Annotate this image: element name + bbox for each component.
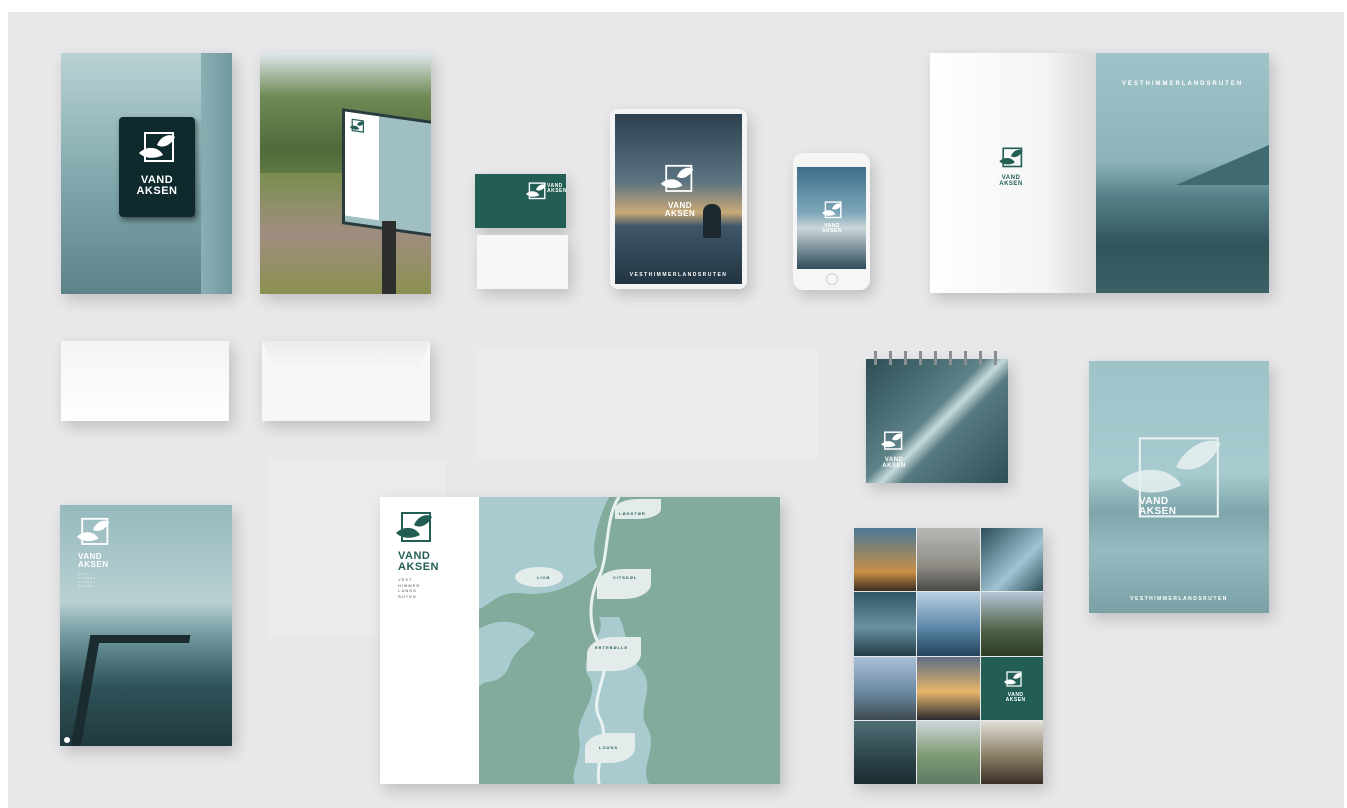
card-logo-line2: AKSEN xyxy=(547,188,568,194)
field-signboard-mockup xyxy=(260,53,431,294)
boardwalk xyxy=(69,635,191,746)
photo-tile-logo: VAND AKSEN xyxy=(980,656,1043,720)
spiral-notebook-mockup: VAND AKSEN xyxy=(866,351,1008,483)
photo-tile xyxy=(917,528,980,592)
tablet-screen: VAND AKSEN VESTHIMMERLANDSRUTEN xyxy=(615,114,742,284)
leaf-square-logo-icon xyxy=(1003,670,1023,691)
map-stop-label: ERTEBØLLE xyxy=(595,645,629,650)
map-stop-label: VITSKØL xyxy=(613,575,638,580)
grid-logo-line2: AKSEN xyxy=(1005,696,1026,703)
tablet-mockup: VAND AKSEN VESTHIMMERLANDSRUTEN xyxy=(610,109,747,289)
phone-screen: VAND AKSEN xyxy=(797,167,866,269)
phone-mockup: VAND AKSEN xyxy=(793,153,870,290)
leaf-square-logo-icon xyxy=(659,164,695,200)
poster-route-name: VESTHIMMERLANDSRUTEN xyxy=(1130,596,1228,602)
tablet-route-name: VESTHIMMERLANDSRUTEN xyxy=(629,272,728,278)
poster-logo-line2: AKSEN xyxy=(1139,506,1177,517)
flyer-logo-line2: AKSEN xyxy=(78,560,109,569)
route-map-spread: VAND AKSEN VEST HIMMER LANDS RUTEN LØGST… xyxy=(380,497,780,784)
leaf-square-logo-icon xyxy=(137,131,177,171)
photo-tile xyxy=(917,592,980,656)
map-stop-pin[interactable] xyxy=(597,569,651,599)
map-stop-pin[interactable] xyxy=(587,637,641,671)
photo-tile xyxy=(917,656,980,720)
poster-mockup: VAND AKSEN VESTHIMMERLANDSRUTEN xyxy=(1089,361,1269,613)
map-stop-label: LOUNS xyxy=(599,745,618,750)
route-map: LØGSTØR LIVØ VITSKØL ERTEBØLLE LOUNS xyxy=(479,497,780,784)
business-card-back xyxy=(477,235,568,289)
photo-tile xyxy=(980,720,1043,784)
phone-logo-line2: AKSEN xyxy=(821,228,842,234)
photo-tile xyxy=(980,528,1043,592)
home-button-icon[interactable] xyxy=(826,273,838,285)
leaf-square-logo-icon xyxy=(880,431,904,455)
leaf-square-logo-icon xyxy=(74,517,112,553)
map-stop-label: LØGSTØR xyxy=(619,511,646,516)
map-stop-pin[interactable] xyxy=(615,499,661,519)
brochure-back-cover: VAND AKSEN xyxy=(930,53,1096,293)
leaf-square-logo-icon xyxy=(349,118,365,136)
leaf-square-logo-icon xyxy=(998,147,1024,173)
map-logo-line2: AKSEN xyxy=(398,561,440,573)
placeholder-panel xyxy=(475,349,818,459)
map-route-line4: RUTEN xyxy=(398,593,417,599)
flyer-mockup: VAND AKSEN VEST HIMMER LANDS RUTEN xyxy=(60,505,232,746)
photo-tile xyxy=(854,720,917,784)
photo-tile xyxy=(917,720,980,784)
business-card-front: VAND AKSEN xyxy=(475,174,568,228)
brochure-mockup: VAND AKSEN VESTHIMMERLANDSRUTEN xyxy=(930,53,1269,293)
spiral-binding xyxy=(874,351,1000,365)
photo-tile xyxy=(854,528,917,592)
photo-grid-mockup: VAND AKSEN xyxy=(854,528,1043,784)
plaque: VAND AKSEN xyxy=(119,117,195,217)
brochure-front-cover: VESTHIMMERLANDSRUTEN xyxy=(1096,53,1269,293)
leaf-square-logo-icon xyxy=(525,182,547,204)
envelope-back xyxy=(262,341,430,421)
photo-tile xyxy=(854,656,917,720)
logo-text-line2: AKSEN xyxy=(136,185,178,197)
info-board xyxy=(342,108,431,238)
brochure-logo-line2: AKSEN xyxy=(999,181,1023,187)
map-stop-label: LIVØ xyxy=(537,575,551,580)
leaf-square-logo-icon xyxy=(821,201,843,223)
envelope-front xyxy=(61,341,229,421)
signpost-mockup: VAND AKSEN xyxy=(61,53,232,294)
notebook-logo-line2: AKSEN xyxy=(882,463,906,469)
photo-tile xyxy=(980,592,1043,656)
flyer-route-line4: RUTEN xyxy=(78,583,94,588)
photo-tile xyxy=(854,592,917,656)
leaf-square-logo-icon xyxy=(392,511,436,551)
tablet-logo-line2: AKSEN xyxy=(664,209,696,218)
mockup-board: VAND AKSEN VAND AKSEN VAND AKSEN VESTHIM… xyxy=(8,12,1344,808)
brochure-route-name: VESTHIMMERLANDSRUTEN xyxy=(1121,81,1244,87)
